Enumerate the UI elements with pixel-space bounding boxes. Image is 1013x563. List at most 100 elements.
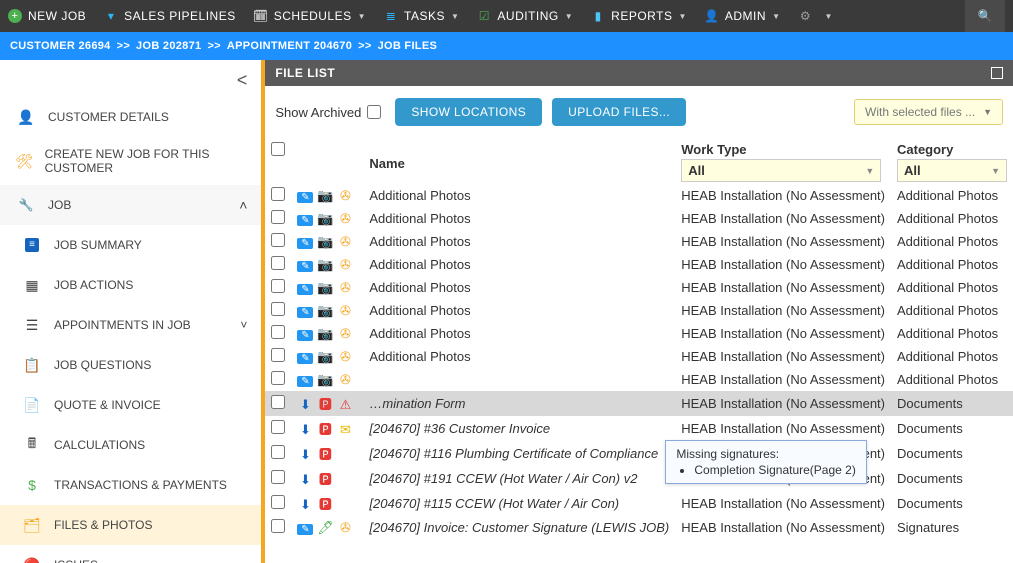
sidebar-calculations[interactable]: 🖩CALCULATIONS [0, 425, 261, 465]
table-row[interactable]: ⬇🅿✉[204670] #36 Customer InvoiceHEAB Ins… [265, 416, 1013, 441]
row-category: Additional Photos [891, 322, 1013, 345]
row-icons[interactable]: ✎📷✇ [291, 230, 363, 253]
row-icons[interactable]: ✎📷✇ [291, 345, 363, 368]
row-category: Additional Photos [891, 276, 1013, 299]
worktype-filter[interactable]: All▼ [681, 159, 881, 182]
panel-maximize[interactable] [991, 67, 1003, 79]
row-icons[interactable]: ✎📷✇ [291, 253, 363, 276]
chevron-up-icon: ˄ [239, 197, 247, 213]
nav-sales-pipelines[interactable]: ▾SALES PIPELINES [104, 9, 236, 23]
row-checkbox[interactable] [271, 279, 285, 293]
row-checkbox[interactable] [271, 348, 285, 362]
row-checkbox[interactable] [271, 256, 285, 270]
crumb-customer[interactable]: CUSTOMER 26694 [10, 40, 111, 52]
row-icons[interactable]: ✎📷✇ [291, 368, 363, 391]
row-icons[interactable]: ✎🖊✇ [291, 516, 363, 539]
sidebar-collapse[interactable]: < [0, 60, 261, 97]
nav-settings[interactable]: ⚙▼ [798, 9, 832, 23]
row-category: Documents [891, 441, 1013, 466]
row-checkbox[interactable] [271, 371, 285, 385]
crumb-jobfiles[interactable]: JOB FILES [378, 40, 438, 52]
show-archived-checkbox[interactable] [367, 105, 381, 119]
sidebar-appointments[interactable]: ☰APPOINTMENTS IN JOB˅ [0, 305, 261, 345]
row-checkbox[interactable] [271, 302, 285, 316]
row-worktype: HEAB Installation (No Assessment) [675, 516, 891, 539]
row-name: [204670] #36 Customer Invoice [363, 416, 675, 441]
table-row[interactable]: ✎📷✇Additional PhotosHEAB Installation (N… [265, 184, 1013, 207]
row-checkbox[interactable] [271, 395, 285, 409]
with-selected-dropdown[interactable]: With selected files ...▼ [854, 99, 1003, 125]
row-checkbox[interactable] [271, 495, 285, 509]
sidebar-job-section[interactable]: 🔧JOB˄ [0, 185, 261, 225]
select-all-checkbox[interactable] [271, 142, 285, 156]
table-row[interactable]: ✎📷✇Additional PhotosHEAB Installation (N… [265, 207, 1013, 230]
row-category: Additional Photos [891, 345, 1013, 368]
row-icons[interactable]: ⬇🅿✉ [291, 416, 363, 441]
nav-new-job[interactable]: +NEW JOB [8, 9, 86, 23]
crumb-job[interactable]: JOB 202871 [136, 40, 201, 52]
table-row[interactable]: ✎🖊✇[204670] Invoice: Customer Signature … [265, 516, 1013, 539]
table-row[interactable]: ✎📷✇ Additional PhotosHEAB Installation (N… [265, 253, 1013, 276]
row-checkbox[interactable] [271, 233, 285, 247]
row-checkbox[interactable] [271, 210, 285, 224]
row-icons[interactable]: ✎📷✇ [291, 322, 363, 345]
breadcrumb: CUSTOMER 26694>> JOB 202871>> APPOINTMEN… [0, 32, 1013, 60]
row-checkbox[interactable] [271, 445, 285, 459]
row-icons[interactable]: ⬇🅿 [291, 441, 363, 466]
table-row[interactable]: ✎📷✇ Additional PhotosHEAB Installation (N… [265, 345, 1013, 368]
table-row[interactable]: ✎📷✇Additional PhotosHEAB Installation (N… [265, 230, 1013, 253]
sidebar-issues[interactable]: ⛔ISSUES [0, 545, 261, 563]
nav-search[interactable]: 🔍 [965, 0, 1005, 32]
row-icons[interactable]: ✎📷✇ [291, 299, 363, 322]
category-filter[interactable]: All▼ [897, 159, 1007, 182]
row-checkbox[interactable] [271, 519, 285, 533]
table-row[interactable]: ✎📷✇Additional PhotosHEAB Installation (N… [265, 322, 1013, 345]
row-icons[interactable]: ✎📷✇ [291, 184, 363, 207]
table-row[interactable]: ⬇🅿[204670] #116 Plumbing Certificate of … [265, 441, 1013, 466]
panel-header: FILE LIST [265, 60, 1013, 86]
upload-files-button[interactable]: UPLOAD FILES... [552, 98, 686, 126]
nav-auditing[interactable]: ☑AUDITING▼ [477, 9, 573, 23]
row-checkbox[interactable] [271, 470, 285, 484]
row-category: Additional Photos [891, 368, 1013, 391]
row-name: [204670] #116 Plumbing Certificate of Co… [363, 441, 675, 466]
sidebar-customer-details[interactable]: 👤CUSTOMER DETAILS [0, 97, 261, 137]
show-locations-button[interactable]: SHOW LOCATIONS [395, 98, 542, 126]
sidebar-transactions[interactable]: $TRANSACTIONS & PAYMENTS [0, 465, 261, 505]
nav-tasks[interactable]: ≣TASKS▼ [384, 9, 459, 23]
table-row[interactable]: ✎📷✇ HEAB Installation (No Assessment)Addi… [265, 368, 1013, 391]
row-worktype: HEAB Installation (No Assessment) [675, 345, 891, 368]
sidebar-quote-invoice[interactable]: 📄QUOTE & INVOICE [0, 385, 261, 425]
row-worktype: HEAB Installation (No Assessment) [675, 253, 891, 276]
table-row[interactable]: ⬇🅿⚠…mination FormHEAB Installation (No A… [265, 391, 1013, 416]
row-checkbox[interactable] [271, 187, 285, 201]
row-checkbox[interactable] [271, 325, 285, 339]
crumb-appointment[interactable]: APPOINTMENT 204670 [227, 40, 352, 52]
row-icons[interactable]: ✎📷✇ [291, 276, 363, 299]
sidebar-files-photos[interactable]: 🗂FILES & PHOTOS [0, 505, 261, 545]
row-icons[interactable]: ⬇🅿 [291, 491, 363, 516]
row-worktype: HEAB Installation (No Assessment) [675, 416, 891, 441]
nav-schedules[interactable]: 🗓SCHEDULES▼ [254, 9, 366, 23]
row-category: Documents [891, 416, 1013, 441]
row-icons[interactable]: ⬇🅿 [291, 466, 363, 491]
row-worktype: HEAB Installation (No Assessment) [675, 276, 891, 299]
sidebar-job-questions[interactable]: 📋JOB QUESTIONS [0, 345, 261, 385]
nav-reports[interactable]: ▮REPORTS▼ [591, 9, 687, 23]
file-table: Name Work Type All▼ Category All▼ ✎📷✇Add… [265, 138, 1013, 539]
row-category: Additional Photos [891, 299, 1013, 322]
row-icons[interactable]: ⬇🅿⚠ [291, 391, 363, 416]
table-row[interactable]: ⬇🅿[204670] #191 CCEW (Hot Water / Air Co… [265, 466, 1013, 491]
row-name: …mination Form [363, 391, 675, 416]
sidebar-job-summary[interactable]: ≡JOB SUMMARY [0, 225, 261, 265]
sidebar-create-new-job[interactable]: 🛠CREATE NEW JOB FOR THIS CUSTOMER [0, 137, 261, 185]
table-row[interactable]: ⬇🅿[204670] #115 CCEW (Hot Water / Air Co… [265, 491, 1013, 516]
table-row[interactable]: ✎📷✇Additional PhotosHEAB Installation (N… [265, 299, 1013, 322]
row-worktype: HEAB Installation (No Assessment) [675, 368, 891, 391]
nav-admin[interactable]: 👤ADMIN▼ [705, 9, 781, 23]
table-row[interactable]: ✎📷✇ Additional PhotosHEAB Installation (N… [265, 276, 1013, 299]
sidebar-job-actions[interactable]: ▦JOB ACTIONS [0, 265, 261, 305]
row-checkbox[interactable] [271, 420, 285, 434]
row-category: Additional Photos [891, 253, 1013, 276]
row-icons[interactable]: ✎📷✇ [291, 207, 363, 230]
